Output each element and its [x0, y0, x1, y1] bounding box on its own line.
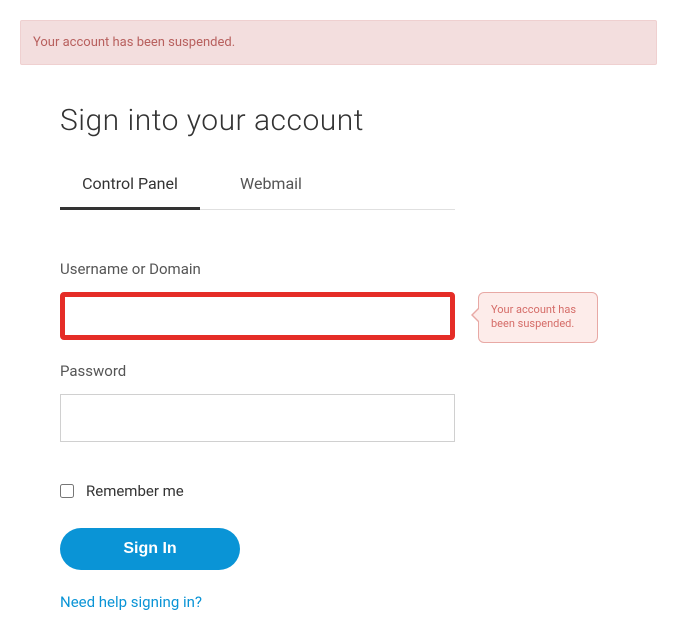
- signin-button-label: Sign In: [123, 540, 176, 557]
- remember-checkbox[interactable]: [60, 484, 74, 498]
- page-title: Sign into your account: [60, 103, 657, 138]
- password-group: Password: [60, 362, 657, 442]
- username-input-wrap: Your account has been suspended.: [60, 292, 455, 340]
- tab-webmail-label: Webmail: [240, 174, 302, 193]
- remember-label: Remember me: [86, 482, 184, 500]
- help-link[interactable]: Need help signing in?: [60, 593, 202, 611]
- password-label: Password: [60, 362, 657, 380]
- error-tooltip-text: Your account has been suspended.: [491, 303, 576, 330]
- signin-button[interactable]: Sign In: [60, 528, 240, 570]
- tab-control-panel[interactable]: Control Panel: [60, 174, 200, 210]
- tab-bar: Control Panel Webmail: [60, 174, 455, 210]
- tab-webmail[interactable]: Webmail: [200, 174, 302, 209]
- error-banner: Your account has been suspended.: [20, 20, 657, 65]
- password-input[interactable]: [60, 394, 455, 442]
- tab-control-panel-label: Control Panel: [82, 174, 178, 193]
- signin-form-container: Sign into your account Control Panel Web…: [20, 103, 657, 611]
- remember-row: Remember me: [60, 482, 657, 500]
- username-input[interactable]: [60, 292, 455, 340]
- help-link-text: Need help signing in?: [60, 593, 202, 611]
- username-group: Username or Domain Your account has been…: [60, 260, 657, 340]
- error-banner-text: Your account has been suspended.: [33, 35, 235, 50]
- error-tooltip: Your account has been suspended.: [478, 292, 598, 343]
- username-label: Username or Domain: [60, 260, 657, 278]
